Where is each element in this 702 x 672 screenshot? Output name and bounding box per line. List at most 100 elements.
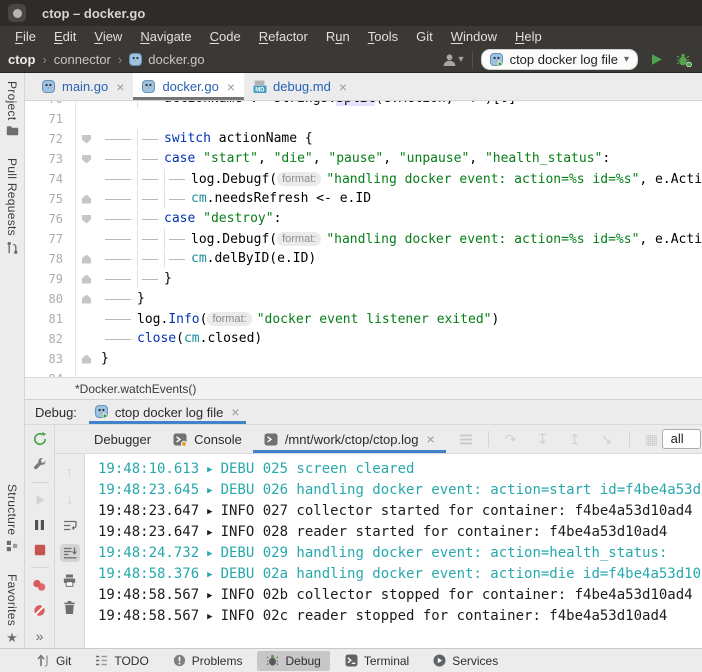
- git-branch-icon: [37, 654, 50, 667]
- close-icon[interactable]: ×: [426, 432, 434, 446]
- fold-collapse-icon[interactable]: [82, 215, 91, 224]
- menu-item-code[interactable]: Code: [201, 29, 250, 44]
- step-into-button[interactable]: ↧: [533, 430, 553, 448]
- console-tab-console[interactable]: Console: [162, 425, 253, 453]
- current-method-breadcrumb[interactable]: *Docker.watchEvents(): [75, 382, 196, 396]
- code-editor[interactable]: 70actionName := strings.Split(e.Action, …: [25, 101, 702, 377]
- code-line: 70actionName := strings.Split(e.Action, …: [25, 101, 702, 109]
- fold-end-icon[interactable]: [82, 295, 91, 304]
- statusbar-item-todo[interactable]: TODO: [86, 651, 157, 671]
- menu-item-edit[interactable]: Edit: [45, 29, 85, 44]
- layout-hamburger-button[interactable]: [456, 430, 476, 448]
- editor-tab-main-go[interactable]: main.go×: [33, 73, 133, 100]
- menu-item-help[interactable]: Help: [506, 29, 551, 44]
- clear-all-button[interactable]: [60, 598, 80, 616]
- fold-end-icon[interactable]: [82, 195, 91, 204]
- code-token: [195, 211, 203, 226]
- window-button[interactable]: [8, 4, 26, 22]
- fold-collapse-icon[interactable]: [82, 135, 91, 144]
- stop-button[interactable]: [30, 543, 50, 558]
- log-message: INFO 02c reader stopped for container: f…: [221, 608, 668, 624]
- tab-whitespace: [137, 129, 164, 148]
- close-icon[interactable]: ×: [116, 80, 124, 94]
- fold-gutter: [75, 209, 97, 229]
- down-stack-button[interactable]: ↓: [60, 490, 80, 508]
- fold-end-icon[interactable]: [82, 355, 91, 364]
- log-timestamp: 19:48:58.567: [98, 587, 199, 603]
- close-icon[interactable]: ×: [227, 80, 235, 94]
- close-icon[interactable]: ×: [231, 405, 239, 419]
- user-account-button[interactable]: ▾: [442, 53, 464, 67]
- soft-wrap-button[interactable]: [60, 517, 80, 535]
- menu-item-run[interactable]: Run: [317, 29, 359, 44]
- console-tab-debugger[interactable]: Debugger: [83, 425, 162, 453]
- debug-left-toolbar: »: [25, 425, 55, 648]
- step-out-button[interactable]: ↥: [565, 430, 585, 448]
- pause-button[interactable]: [30, 518, 50, 533]
- console-tab-label: /mnt/work/ctop/ctop.log: [285, 432, 419, 447]
- resume-button[interactable]: [30, 493, 50, 508]
- debug-session-tab[interactable]: ctop docker log file ×: [89, 400, 246, 424]
- menu-item-file[interactable]: File: [6, 29, 45, 44]
- fold-collapse-icon[interactable]: [82, 155, 91, 164]
- breadcrumb-file[interactable]: docker.go: [148, 52, 204, 67]
- breadcrumb-separator-icon: ›: [42, 52, 46, 67]
- breadcrumb-package[interactable]: connector: [54, 52, 111, 67]
- run-to-cursor-button[interactable]: ↘: [597, 430, 617, 448]
- log-output[interactable]: 19:48:10.613▶DEBU 025 screen cleared19:4…: [85, 454, 702, 648]
- gopher-run-icon: [95, 405, 109, 419]
- fold-end-icon[interactable]: [82, 275, 91, 284]
- code-text: }: [97, 269, 702, 289]
- console-tab--mnt-work-ctop-ctop-log[interactable]: /mnt/work/ctop/ctop.log ×: [253, 425, 446, 453]
- log-arrow-icon: ▶: [207, 528, 212, 538]
- editor-tab-docker-go[interactable]: docker.go×: [133, 73, 244, 100]
- window-button-icon: [13, 9, 22, 18]
- menu-item-window[interactable]: Window: [442, 29, 506, 44]
- print-button[interactable]: [60, 571, 80, 589]
- menu-item-refactor[interactable]: Refactor: [250, 29, 317, 44]
- code-token: (e.Action,: [375, 101, 461, 106]
- menu-item-navigate[interactable]: Navigate: [131, 29, 200, 44]
- fold-gutter: [75, 369, 97, 377]
- up-stack-button[interactable]: ↑: [60, 463, 80, 481]
- code-token: }: [137, 291, 145, 306]
- todo-list-icon: [95, 655, 108, 666]
- sidebar-item-structure[interactable]: Structure: [5, 484, 19, 552]
- statusbar-item-git[interactable]: Git: [28, 651, 80, 671]
- settings-wrench-button[interactable]: [30, 457, 50, 472]
- code-token: case: [164, 151, 195, 166]
- fold-end-icon[interactable]: [82, 255, 91, 264]
- menu-item-view[interactable]: View: [85, 29, 131, 44]
- terminal-icon: [345, 654, 358, 667]
- breadcrumb-separator-icon: ›: [118, 52, 122, 67]
- statusbar-item-services[interactable]: Services: [424, 651, 507, 671]
- rerun-button[interactable]: [30, 432, 50, 447]
- evaluate-expression-button[interactable]: ▦: [642, 430, 662, 448]
- code-token: .delByID(e.ID): [207, 251, 317, 266]
- view-breakpoints-button[interactable]: [30, 578, 50, 593]
- mute-breakpoints-button[interactable]: [30, 603, 50, 618]
- code-token: "handling docker event: action=%s id=%s": [326, 172, 639, 187]
- editor-tab-debug-md[interactable]: MDdebug.md×: [244, 73, 356, 100]
- sidebar-item-pull-requests[interactable]: Pull Requests: [5, 158, 19, 254]
- log-arrow-icon: ▶: [207, 591, 212, 601]
- sidebar-item-favorites[interactable]: Favorites★: [5, 574, 19, 644]
- menu-item-tools[interactable]: Tools: [359, 29, 407, 44]
- code-line: 75cm.needsRefresh <- e.ID: [25, 189, 702, 209]
- more-chevrons-button[interactable]: »: [30, 628, 50, 643]
- step-over-button[interactable]: ↷: [501, 430, 521, 448]
- sidebar-item-project[interactable]: Project: [5, 81, 19, 136]
- run-configuration-select[interactable]: ctop docker log file ▾: [481, 49, 638, 70]
- scroll-to-end-button[interactable]: [60, 544, 80, 562]
- close-icon[interactable]: ×: [339, 80, 347, 94]
- window-title: ctop – docker.go: [42, 6, 145, 21]
- breadcrumb-project[interactable]: ctop: [8, 52, 35, 67]
- debug-button[interactable]: [674, 51, 694, 69]
- menu-item-git[interactable]: Git: [407, 29, 442, 44]
- statusbar-item-terminal[interactable]: Terminal: [336, 651, 418, 671]
- log-level-filter-select[interactable]: all: [662, 429, 701, 449]
- run-button[interactable]: [646, 51, 666, 69]
- statusbar-item-problems[interactable]: Problems: [164, 651, 252, 671]
- log-timestamp: 19:48:58.567: [98, 608, 199, 624]
- statusbar-item-debug[interactable]: Debug: [257, 651, 329, 671]
